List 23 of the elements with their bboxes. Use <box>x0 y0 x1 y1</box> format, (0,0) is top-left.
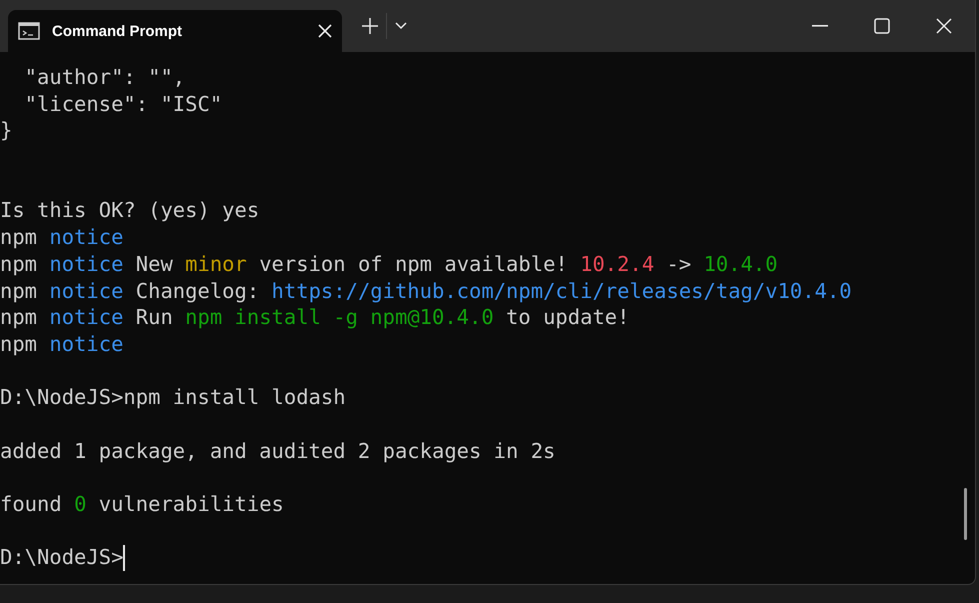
terminal-line: npm notice Run npm install -g npm@10.4.0 to update! <box>0 304 630 331</box>
terminal-icon <box>18 22 40 40</box>
terminal-line: "license": "ISC" <box>24 90 222 118</box>
terminal-line: npm notice Changelog: https://github.com/npm/cli/releases/tag/v10.4.0 <box>0 278 852 304</box>
terminal-line: npm notice New minor version of npm available! 10.2.4 -> 10.4.0 <box>0 250 778 278</box>
close-icon[interactable] <box>318 24 332 38</box>
terminal-line: D:\NodeJS>npm install lodash <box>0 384 346 411</box>
terminal-line: npm notice <box>0 330 124 358</box>
terminal-line: npm notice <box>0 224 124 251</box>
scrollbar-thumb[interactable] <box>964 488 967 540</box>
terminal-line: added 1 package, and audited 2 packages in 2s <box>0 438 556 464</box>
minimize-icon[interactable] <box>812 25 828 27</box>
tab[interactable]: Command Prompt <box>8 10 342 52</box>
terminal-line: found 0 vulnerabilities <box>0 491 284 518</box>
terminal-line: D:\NodeJS> <box>0 544 124 572</box>
tab-title: Command Prompt <box>52 22 184 40</box>
terminal-line: } <box>0 117 12 144</box>
close-icon[interactable] <box>936 18 952 34</box>
chevron-down-icon[interactable] <box>395 22 407 30</box>
maximize-icon[interactable] <box>874 18 890 34</box>
terminal-line: Is this OK? (yes) yes <box>0 197 260 224</box>
terminal-line: "author": "", <box>24 64 186 91</box>
plus-icon[interactable] <box>362 18 378 34</box>
